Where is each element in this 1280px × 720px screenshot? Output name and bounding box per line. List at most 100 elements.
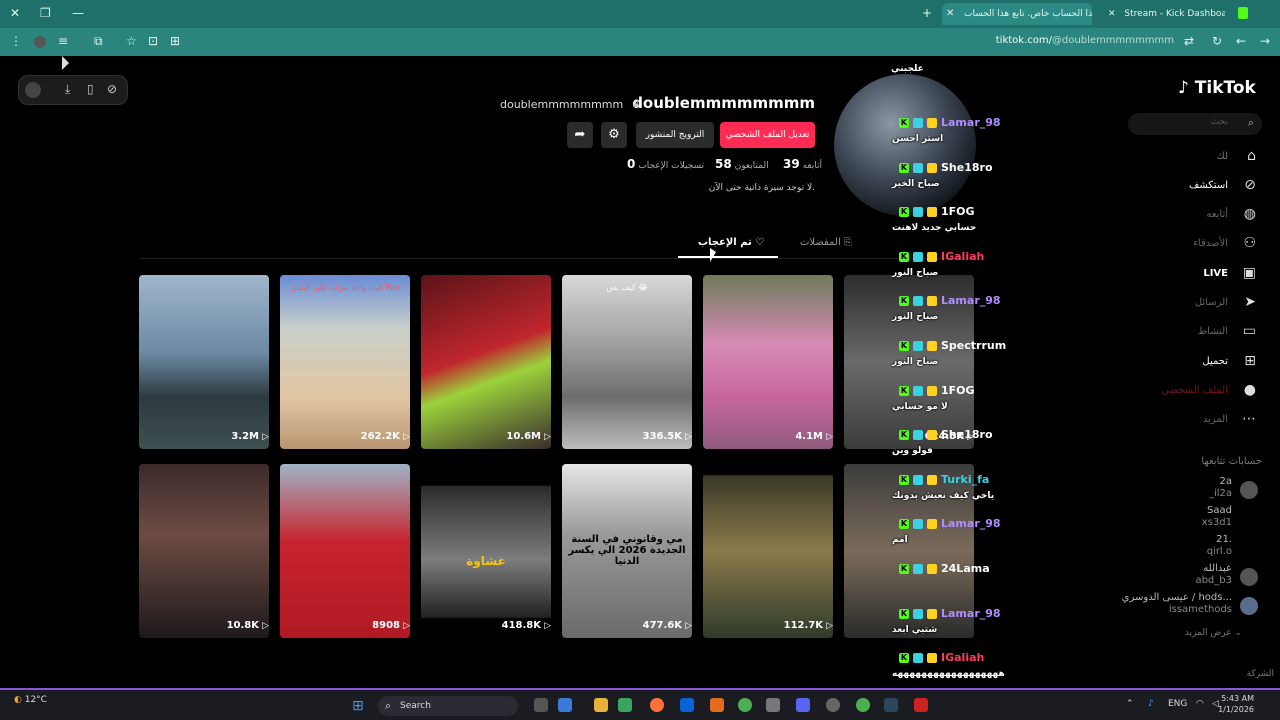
video-thumbnail[interactable]: 10.8K ▷: [139, 464, 269, 638]
profile-avatar[interactable]: [834, 74, 976, 216]
video-thumbnail[interactable]: قيت واحد يعزف على البنيان Pov 262.2K ▷: [280, 275, 410, 449]
tab-favorites[interactable]: المفضلات ⎘: [800, 237, 852, 248]
address-bar[interactable]: tiktok.com/@doublemmmmmmmm: [996, 35, 1174, 46]
video-thumbnail[interactable]: 112.7K ▷: [703, 464, 833, 638]
chat-username[interactable]: Lamar_98: [941, 294, 1001, 307]
chat-username[interactable]: She18ro: [941, 161, 993, 174]
task-view-icon[interactable]: [534, 698, 548, 712]
equalizer-icon[interactable]: ≡: [58, 34, 68, 48]
taskbar-search[interactable]: Search: [378, 696, 518, 716]
tab-liked[interactable]: تم الإعجاب ♡: [698, 237, 764, 248]
mic-icon[interactable]: ♪: [1148, 699, 1154, 709]
chat-username[interactable]: Lamar_98: [941, 607, 1001, 620]
windows-start-icon[interactable]: ⊞: [352, 698, 364, 714]
collections-icon[interactable]: ⊡: [148, 34, 158, 48]
menu-icon[interactable]: ⋮: [10, 34, 22, 48]
clock[interactable]: 5:43 AM 1/1/2026: [1218, 693, 1254, 715]
company-link[interactable]: الشركة: [1247, 669, 1274, 679]
following-account[interactable]: عيسى الدوسري / hods... issamethods: [1062, 592, 1262, 620]
reload-icon[interactable]: ↻: [1212, 34, 1222, 48]
sidebar-item-live[interactable]: LIVE ▣: [1142, 264, 1262, 286]
share-button[interactable]: ➦: [567, 122, 593, 148]
chat-username[interactable]: 1FOG: [941, 384, 975, 397]
sidebar-item-activity[interactable]: النشاط ▭: [1142, 322, 1262, 344]
chrome-icon[interactable]: [738, 698, 752, 712]
discord-icon[interactable]: [796, 698, 810, 712]
download-icon[interactable]: ⤓: [65, 82, 70, 97]
close-tab-icon[interactable]: ✕: [1108, 9, 1116, 19]
video-thumbnail[interactable]: مي وقانوني في السنة الجديدة 2026 الي يكس…: [562, 464, 692, 638]
minimize-window-icon[interactable]: —: [72, 6, 84, 20]
video-thumbnail[interactable]: غشاوة 418.8K ▷: [421, 464, 551, 638]
close-tab-icon[interactable]: ✕: [946, 3, 954, 25]
tab-kick-dashboard[interactable]: ✕ Stream - Kick Dashboard: [1100, 3, 1225, 25]
steam-icon[interactable]: [884, 698, 898, 712]
chat-username[interactable]: 1FOG: [941, 205, 975, 218]
app-icon[interactable]: [618, 698, 632, 712]
tab-tiktok-profile[interactable]: ✕ هذا الحساب خاص. تابع هذا الحساب: [942, 3, 1092, 25]
chat-username[interactable]: IGaliah: [941, 250, 984, 263]
sidebar-item-friends[interactable]: الأصدقاء ⚇: [1142, 234, 1262, 256]
chrome-icon[interactable]: [856, 698, 870, 712]
chat-username[interactable]: 24Lama: [941, 562, 990, 575]
sidebar-item-explore[interactable]: استكشف ⊘: [1142, 176, 1262, 198]
back-icon[interactable]: →: [1260, 34, 1270, 48]
firefox-icon[interactable]: [650, 698, 664, 712]
phone-icon[interactable]: ▯: [87, 82, 94, 96]
chat-username[interactable]: Spectrrum: [941, 339, 1006, 352]
sidebar-item-following[interactable]: أتابعه ◍: [1142, 205, 1262, 227]
app-icon[interactable]: [766, 698, 780, 712]
video-thumbnail[interactable]: 8908 ▷: [280, 464, 410, 638]
profile-avatar[interactable]: [34, 36, 46, 48]
language-indicator[interactable]: ENG: [1168, 699, 1187, 709]
chat-username[interactable]: She18ro: [941, 428, 993, 441]
reader-mode-icon[interactable]: ⇄: [1184, 34, 1194, 48]
sidebar-item-more[interactable]: المزيد ⋯: [1142, 410, 1262, 432]
chat-username[interactable]: Turki_fa: [941, 473, 989, 486]
following-account[interactable]: 2a _il2a: [1112, 476, 1262, 504]
chat-username[interactable]: IGaliah: [941, 651, 984, 664]
settings-button[interactable]: ⚙: [601, 122, 627, 148]
video-thumbnail[interactable]: 4.1M ▷: [703, 275, 833, 449]
wifi-icon[interactable]: ◠: [1196, 699, 1204, 709]
play-icon: ▷: [262, 432, 269, 442]
forward-icon[interactable]: ←: [1236, 34, 1246, 48]
tiktok-logo[interactable]: ♪ TikTok: [1178, 78, 1256, 98]
chat-username[interactable]: Lamar_98: [941, 116, 1001, 129]
promote-post-button[interactable]: الترويج المنشور: [636, 122, 714, 148]
edit-profile-button[interactable]: تعديل الملف الشخصي: [720, 122, 815, 148]
search-icon[interactable]: ⌕: [1248, 116, 1254, 130]
extensions-icon[interactable]: ⧉: [94, 34, 103, 49]
following-count[interactable]: 39 أتابعه: [779, 157, 822, 171]
app-icon[interactable]: [914, 698, 928, 712]
avatar[interactable]: [25, 82, 41, 98]
sidebar-item-profile[interactable]: الملف الشخصي ●: [1142, 381, 1262, 403]
see-more-link[interactable]: عرض المزيد ⌄: [1185, 628, 1242, 638]
sidebar-item-messages[interactable]: الرسائل ➤: [1142, 293, 1262, 315]
file-explorer-icon[interactable]: [594, 698, 608, 712]
app-icon[interactable]: [826, 698, 840, 712]
following-account[interactable]: عبدالله abd_b3: [1112, 563, 1262, 591]
new-tab-icon[interactable]: +: [922, 6, 932, 20]
weather-widget[interactable]: ◐ 12°C: [14, 695, 47, 705]
close-window-icon[interactable]: ✕: [10, 6, 20, 20]
video-thumbnail[interactable]: 3.2M ▷: [139, 275, 269, 449]
followers-count[interactable]: 58 المتابعون: [711, 157, 769, 171]
outlook-icon[interactable]: [680, 698, 694, 712]
translate-icon[interactable]: ⊞: [170, 34, 180, 48]
bookmark-star-icon[interactable]: ☆: [126, 34, 137, 48]
compass-icon[interactable]: ⊘: [107, 82, 117, 96]
restore-window-icon[interactable]: ❐: [40, 6, 51, 20]
sidebar-item-for-you[interactable]: لك ⌂: [1142, 147, 1262, 169]
app-icon[interactable]: [558, 698, 572, 712]
following-account[interactable]: Saad xs3d1: [1112, 505, 1262, 533]
search-input[interactable]: بحث ⌕: [1128, 113, 1262, 135]
video-thumbnail[interactable]: 10.6M ▷: [421, 275, 551, 449]
app-icon[interactable]: [710, 698, 724, 712]
tray-chevron-icon[interactable]: ⌃: [1126, 699, 1134, 709]
sidebar-item-upload[interactable]: تحميل ⊞: [1142, 352, 1262, 374]
video-thumbnail[interactable]: كيف بس 😂 336.5K ▷: [562, 275, 692, 449]
chat-username[interactable]: Lamar_98: [941, 517, 1001, 530]
gift-badge-icon: [927, 609, 937, 619]
following-account[interactable]: 21. qirl.o: [1112, 534, 1262, 562]
